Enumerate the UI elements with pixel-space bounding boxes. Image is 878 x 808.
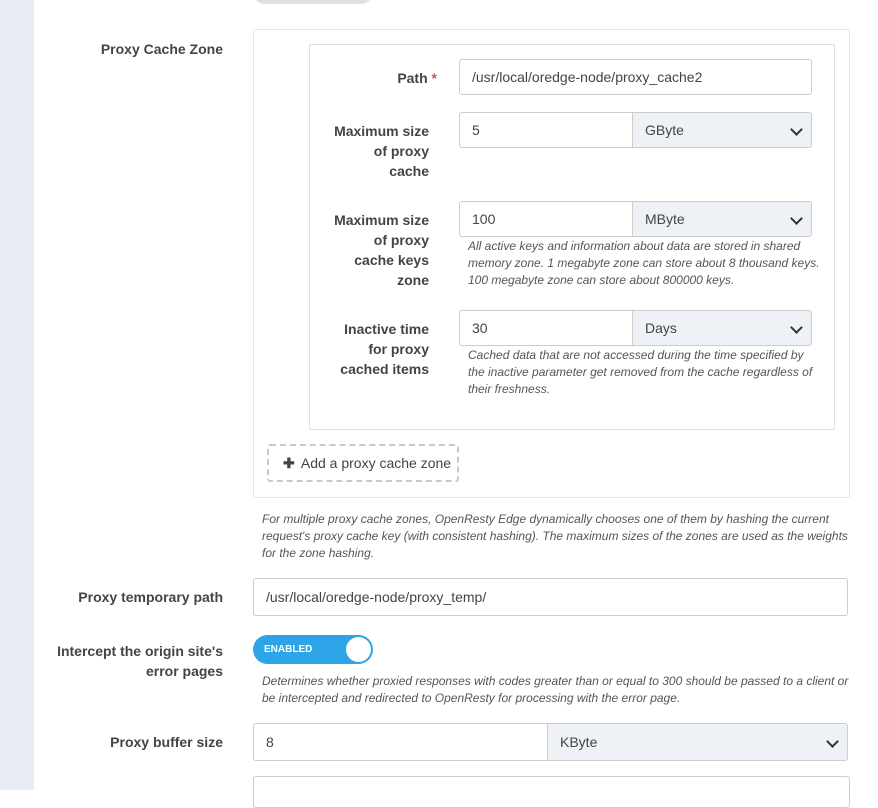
proxy-cache-zone-help: For multiple proxy cache zones, OpenRest… (262, 511, 848, 562)
proxy-buffer-size-input[interactable]: 8 (253, 723, 548, 761)
max-size-unit-select[interactable]: GByte (633, 112, 812, 148)
inactive-time-input[interactable]: 30 (459, 310, 633, 346)
help-line: For multiple proxy cache zones, OpenRest… (262, 512, 829, 526)
keys-zone-input[interactable]: 100 (459, 201, 633, 237)
intercept-help: Determines whether proxied responses wit… (262, 673, 848, 707)
toggle-text: ENABLED (264, 644, 313, 655)
label-line: of proxy (373, 143, 429, 159)
proxy-temp-path-input[interactable]: /usr/local/oredge-node/proxy_temp/ (253, 578, 848, 616)
proxy-buffer-size-label: Proxy buffer size (110, 734, 223, 750)
help-line: the inactive parameter get removed from … (468, 365, 813, 379)
intercept-error-pages-label: Intercept the origin site's error pages (20, 641, 223, 681)
plus-icon: ✚ (283, 455, 295, 471)
label-line: Inactive time (344, 321, 429, 337)
add-button-label: Add a proxy cache zone (300, 455, 452, 471)
chevron-down-icon (826, 735, 839, 748)
required-mark: * (431, 70, 437, 86)
inactive-time-label: Inactive time for proxy cached items (309, 319, 429, 379)
inactive-time-help: Cached data that are not accessed during… (468, 347, 812, 398)
next-field-input[interactable] (253, 776, 850, 808)
chevron-down-icon (790, 212, 803, 225)
toggle-knob (346, 637, 371, 662)
select-value: GByte (645, 122, 684, 138)
help-line: memory zone. 1 megabyte zone can store a… (468, 256, 820, 270)
help-line: 100 megabyte zone can store about 800000… (468, 273, 735, 287)
keys-zone-unit-select[interactable]: MByte (633, 201, 812, 237)
max-size-label: Maximum size of proxy cache (309, 121, 429, 181)
label-line: Maximum size (334, 212, 429, 228)
help-line: Determines whether proxied responses wit… (262, 674, 849, 688)
label-line: of proxy (373, 232, 429, 248)
label-line: cache keys (354, 252, 429, 268)
help-line: for the zone hashing. (262, 546, 375, 560)
inactive-time-unit-select[interactable]: Days (633, 310, 812, 346)
select-value: Days (645, 320, 677, 336)
previous-toggle[interactable] (253, 0, 373, 4)
label-line: zone (397, 272, 429, 288)
label-line: error pages (145, 663, 223, 679)
help-line: Cached data that are not accessed during… (468, 348, 804, 362)
keys-zone-help: All active keys and information about da… (468, 238, 820, 289)
label-line: Intercept the origin site's (57, 643, 223, 659)
label-line: cached items (340, 361, 429, 377)
path-label: Path * (317, 68, 437, 88)
intercept-error-pages-toggle[interactable]: ENABLED (253, 635, 373, 664)
add-proxy-cache-zone-button[interactable]: ✚ Add a proxy cache zone (267, 444, 459, 482)
chevron-down-icon (790, 321, 803, 334)
label-line: cache (389, 163, 429, 179)
label-line: for proxy (368, 341, 429, 357)
select-value: KByte (560, 734, 598, 750)
help-line: be intercepted and redirected to OpenRes… (262, 691, 681, 705)
max-size-input[interactable]: 5 (459, 112, 633, 148)
help-line: All active keys and information about da… (468, 239, 801, 253)
help-line: their freshness. (468, 382, 551, 396)
path-label-text: Path (397, 70, 428, 86)
help-line: request's proxy cache key (with consiste… (262, 529, 848, 543)
label-line: Maximum size (334, 123, 429, 139)
proxy-buffer-size-unit-select[interactable]: KByte (548, 723, 848, 761)
keys-zone-label: Maximum size of proxy cache keys zone (309, 210, 429, 290)
path-input[interactable]: /usr/local/oredge-node/proxy_cache2 (459, 59, 812, 95)
proxy-cache-zone-label: Proxy Cache Zone (100, 41, 223, 57)
chevron-down-icon (790, 123, 803, 136)
select-value: MByte (645, 211, 685, 227)
proxy-temp-path-label: Proxy temporary path (78, 589, 223, 605)
